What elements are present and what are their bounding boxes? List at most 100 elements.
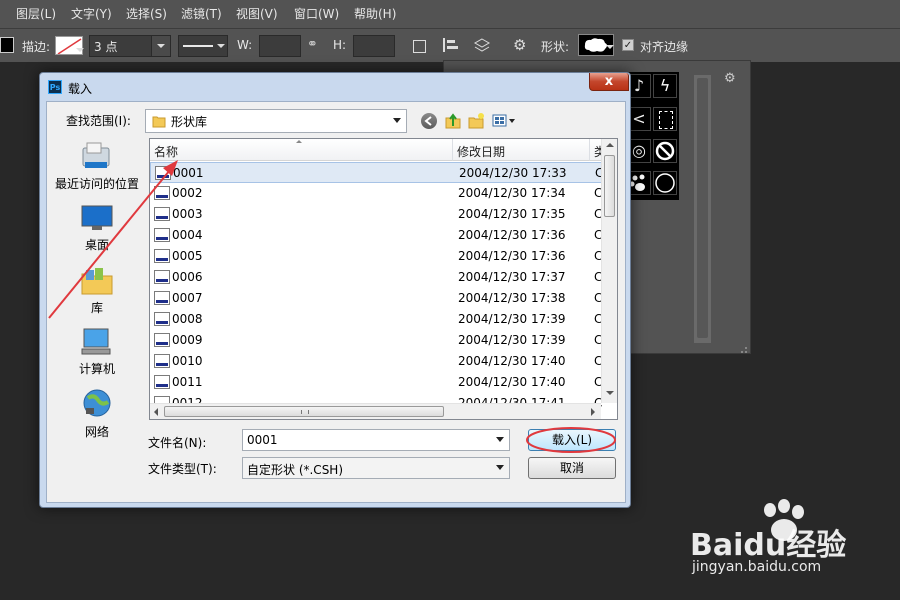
place-libraries[interactable]: 库 — [50, 266, 144, 316]
file-name: 0010 — [172, 354, 203, 368]
cancel-button[interactable]: 取消 — [528, 457, 616, 479]
menu-layer[interactable]: 图层(L) — [16, 7, 56, 21]
scroll-left-icon[interactable] — [154, 408, 158, 416]
file-list[interactable]: 名称 修改日期 类 00012004/12/30 17:33C00022004/… — [149, 138, 618, 420]
file-icon — [154, 312, 170, 326]
file-modified: 2004/12/30 17:36 — [458, 228, 566, 242]
prohibited-shape[interactable] — [653, 139, 677, 163]
panel-gear-icon[interactable]: ⚙ — [724, 71, 736, 86]
scroll-up-icon[interactable] — [606, 143, 614, 147]
gear-icon[interactable]: ⚙ — [513, 37, 529, 53]
file-icon — [154, 291, 170, 305]
link-icon[interactable]: ⚭ — [307, 37, 323, 53]
file-row[interactable]: 0009 2004/12/30 17:39 C — [150, 330, 602, 351]
libraries-icon — [81, 268, 113, 295]
panel-resize-grip[interactable] — [740, 343, 748, 353]
lookin-label: 查找范围(I): — [66, 114, 131, 128]
lightning-shape[interactable]: ϟ — [653, 74, 677, 98]
stroke-style-dropdown[interactable] — [178, 35, 228, 57]
place-computer[interactable]: 计算机 — [50, 327, 144, 377]
vertical-scroll-thumb[interactable] — [604, 155, 615, 217]
stroke-color-swatch[interactable] — [55, 36, 83, 55]
file-icon — [154, 270, 170, 284]
file-icon — [154, 375, 170, 389]
filetype-value: 自定形状 (*.CSH) — [247, 463, 344, 477]
scroll-down-icon[interactable] — [606, 391, 614, 395]
column-header-name[interactable]: 名称 — [150, 139, 453, 161]
up-folder-icon[interactable] — [444, 112, 462, 130]
dashed-frame-shape[interactable] — [653, 107, 677, 131]
place-desktop[interactable]: 桌面 — [50, 204, 144, 252]
file-name: 0005 — [172, 249, 203, 263]
file-modified: 2004/12/30 17:38 — [458, 291, 566, 305]
file-modified: 2004/12/30 17:39 — [458, 312, 566, 326]
file-row[interactable]: 0006 2004/12/30 17:37 C — [150, 267, 602, 288]
sort-ascending-icon — [296, 140, 302, 143]
close-button[interactable]: x — [589, 73, 629, 91]
path-operations-icon[interactable] — [413, 40, 426, 53]
file-row[interactable]: 0008 2004/12/30 17:39 C — [150, 309, 602, 330]
menu-bar: 图层(L) 文字(Y) 选择(S) 滤镜(T) 视图(V) 窗口(W) 帮助(H… — [0, 0, 900, 28]
place-recent[interactable]: 最近访问的位置 — [50, 140, 144, 192]
new-folder-icon[interactable] — [467, 112, 485, 130]
column-header-modified[interactable]: 修改日期 — [453, 139, 590, 161]
file-row[interactable]: 0007 2004/12/30 17:38 C — [150, 288, 602, 309]
load-button[interactable]: 载入(L) — [528, 429, 616, 451]
file-icon — [154, 207, 170, 221]
path-arrangement-icon[interactable] — [473, 37, 491, 55]
menu-view[interactable]: 视图(V) — [236, 7, 278, 21]
width-field[interactable] — [259, 35, 301, 57]
filename-input[interactable]: 0001 — [242, 429, 510, 451]
column-name-label: 名称 — [154, 145, 179, 159]
horizontal-scrollbar[interactable] — [150, 403, 601, 419]
file-name: 0003 — [172, 207, 203, 221]
watermark-url: jingyan.baidu.com — [692, 559, 822, 575]
panel-scroll-thumb[interactable] — [697, 78, 708, 338]
path-alignment-icon[interactable] — [443, 38, 459, 52]
filename-value: 0001 — [247, 433, 278, 447]
file-icon — [154, 228, 170, 242]
fill-swatch[interactable] — [0, 37, 14, 53]
view-menu-icon[interactable] — [492, 113, 518, 129]
menu-help[interactable]: 帮助(H) — [354, 7, 396, 21]
stroke-size-field[interactable]: 3 点 — [89, 35, 171, 57]
watermark-brand: Baidu经验 — [690, 528, 847, 563]
menu-select[interactable]: 选择(S) — [126, 7, 167, 21]
dialog-titlebar[interactable]: Ps 载入 x — [40, 73, 630, 100]
file-row[interactable]: 0001 2004/12/30 17:33 C — [150, 162, 603, 183]
place-network[interactable]: 网络 — [50, 388, 144, 439]
file-icon — [154, 186, 170, 200]
file-name: 0002 — [172, 186, 203, 200]
menu-type[interactable]: 文字(Y) — [71, 7, 112, 21]
lookin-dropdown[interactable]: 形状库 — [145, 109, 407, 133]
menu-window[interactable]: 窗口(W) — [294, 7, 339, 21]
file-icon — [154, 354, 170, 368]
file-row[interactable]: 0010 2004/12/30 17:40 C — [150, 351, 602, 372]
place-recent-label: 最近访问的位置 — [54, 177, 139, 191]
file-name: 0009 — [172, 333, 203, 347]
file-row[interactable]: 0004 2004/12/30 17:36 C — [150, 225, 602, 246]
file-modified: 2004/12/30 17:39 — [458, 333, 566, 347]
circle-frame-shape[interactable] — [653, 171, 677, 195]
align-edges-checkbox[interactable]: ✓ — [622, 39, 634, 51]
menu-filter[interactable]: 滤镜(T) — [181, 7, 222, 21]
back-icon[interactable] — [421, 113, 437, 129]
width-label: W: — [237, 38, 253, 52]
file-row[interactable]: 0005 2004/12/30 17:36 C — [150, 246, 602, 267]
file-row[interactable]: 0003 2004/12/30 17:35 C — [150, 204, 602, 225]
file-row[interactable]: 0011 2004/12/30 17:40 C — [150, 372, 602, 393]
place-libraries-label: 库 — [90, 301, 103, 315]
filetype-dropdown[interactable]: 自定形状 (*.CSH) — [242, 457, 510, 479]
height-field[interactable] — [353, 35, 395, 57]
photoshop-icon: Ps — [48, 80, 62, 94]
column-modified-label: 修改日期 — [457, 145, 506, 159]
scroll-right-icon[interactable] — [591, 408, 595, 416]
vertical-scrollbar[interactable] — [601, 139, 617, 403]
file-row[interactable]: 0002 2004/12/30 17:34 C — [150, 183, 602, 204]
file-modified: 2004/12/30 17:33 — [459, 166, 567, 180]
filename-label: 文件名(N): — [148, 436, 207, 450]
recent-places-icon — [82, 142, 110, 168]
horizontal-scroll-thumb[interactable] — [164, 406, 444, 417]
file-name: 0001 — [173, 166, 204, 180]
filetype-label: 文件类型(T): — [148, 462, 217, 476]
